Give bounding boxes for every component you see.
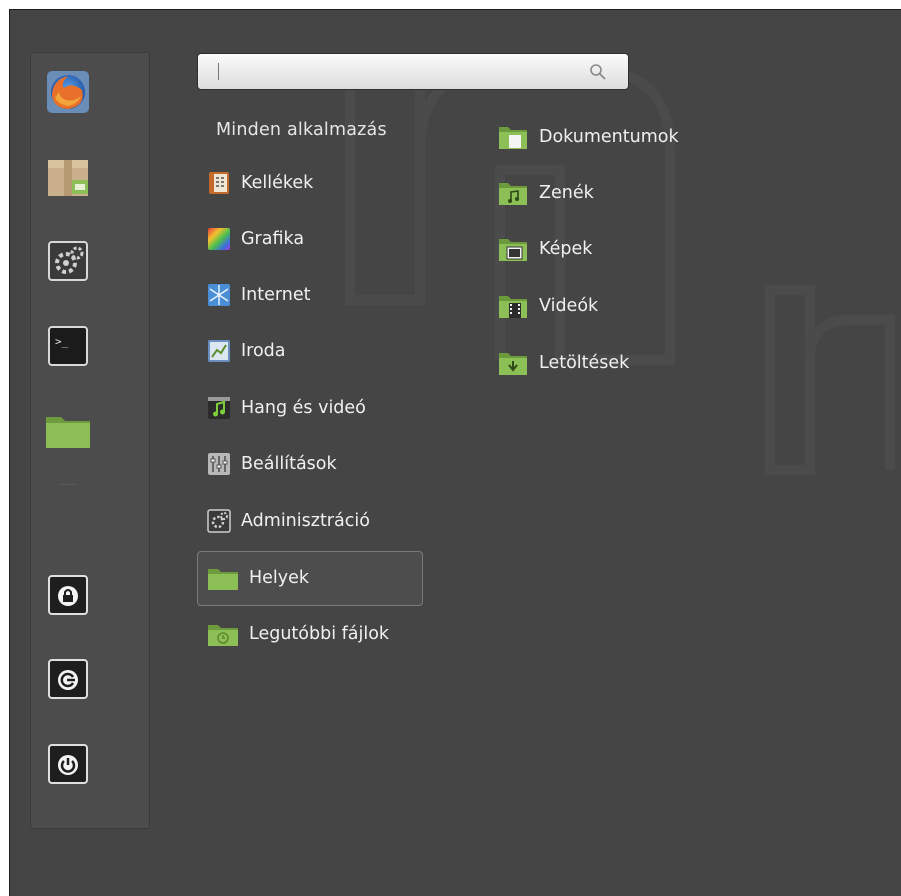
place-label: Zenék — [539, 183, 594, 203]
category-adminisztracio[interactable]: Adminisztráció — [207, 506, 370, 536]
category-label: Grafika — [241, 229, 305, 249]
category-label: Helyek — [249, 568, 310, 588]
administration-icon — [207, 509, 231, 533]
graphics-icon — [207, 227, 231, 251]
firefox-icon — [47, 71, 89, 113]
place-label: Letöltések — [539, 353, 630, 373]
shutdown-icon — [48, 744, 88, 784]
favorite-system-settings[interactable] — [44, 237, 92, 285]
favorite-home-folder[interactable] — [44, 405, 92, 453]
search-box[interactable] — [197, 53, 629, 90]
category-label: Internet — [241, 285, 311, 305]
search-icon — [590, 64, 606, 80]
accessories-icon — [207, 171, 231, 195]
mint-logo-watermark — [345, 55, 895, 475]
category-label: Kellékek — [241, 173, 314, 193]
category-label: Hang és videó — [241, 398, 366, 418]
category-label: Iroda — [241, 341, 286, 361]
category-beallitasok[interactable]: Beállítások — [207, 449, 337, 479]
category-grafika[interactable]: Grafika — [207, 224, 304, 254]
logout-icon — [48, 659, 88, 699]
recent-files-icon — [207, 622, 239, 646]
category-label: Adminisztráció — [241, 511, 370, 531]
home-folder-icon — [46, 417, 90, 448]
place-videok[interactable]: Videók — [497, 291, 598, 321]
lock-screen-icon — [48, 575, 88, 615]
category-iroda[interactable]: Iroda — [207, 336, 286, 366]
places-folder-icon — [207, 566, 239, 590]
preferences-icon — [207, 452, 231, 476]
sound-video-icon — [207, 396, 231, 420]
sidebar-separator — [60, 484, 76, 485]
office-icon — [207, 339, 231, 363]
svg-text:>_: >_ — [55, 335, 69, 348]
place-zenek[interactable]: Zenék — [497, 178, 594, 208]
software-manager-icon — [48, 160, 88, 196]
category-legutobbi-fajlok[interactable]: Legutóbbi fájlok — [207, 619, 389, 649]
place-label: Dokumentumok — [539, 127, 679, 147]
place-label: Képek — [539, 239, 593, 259]
category-hang-es-video[interactable]: Hang és videó — [207, 393, 366, 423]
place-kepek[interactable]: Képek — [497, 234, 592, 264]
favorite-firefox[interactable] — [44, 68, 92, 116]
category-helyek[interactable]: Helyek — [207, 563, 309, 593]
downloads-folder-icon — [497, 351, 529, 375]
search-input[interactable] — [206, 60, 580, 84]
menu-window: >_ Minden alkalmazás Kellékek Grafika In… — [9, 9, 901, 896]
music-folder-icon — [497, 181, 529, 205]
logout-button[interactable] — [44, 655, 92, 703]
pictures-folder-icon — [497, 237, 529, 261]
category-internet[interactable]: Internet — [207, 280, 311, 310]
lock-screen-button[interactable] — [44, 571, 92, 619]
favorite-software-manager[interactable] — [44, 153, 92, 201]
category-kellekek[interactable]: Kellékek — [207, 168, 313, 198]
videos-folder-icon — [497, 294, 529, 318]
place-letoltesek[interactable]: Letöltések — [497, 348, 629, 378]
all-applications-item[interactable]: Minden alkalmazás — [216, 120, 387, 140]
place-dokumentumok[interactable]: Dokumentumok — [497, 122, 679, 152]
terminal-icon: >_ — [48, 326, 88, 366]
category-label: Legutóbbi fájlok — [249, 624, 390, 644]
text-caret — [218, 63, 219, 80]
internet-icon — [207, 283, 231, 307]
shutdown-button[interactable] — [44, 740, 92, 788]
category-label: Beállítások — [241, 454, 337, 474]
documents-folder-icon — [497, 125, 529, 149]
place-label: Videók — [539, 296, 599, 316]
favorite-terminal[interactable]: >_ — [44, 322, 92, 370]
system-settings-icon — [48, 241, 88, 281]
